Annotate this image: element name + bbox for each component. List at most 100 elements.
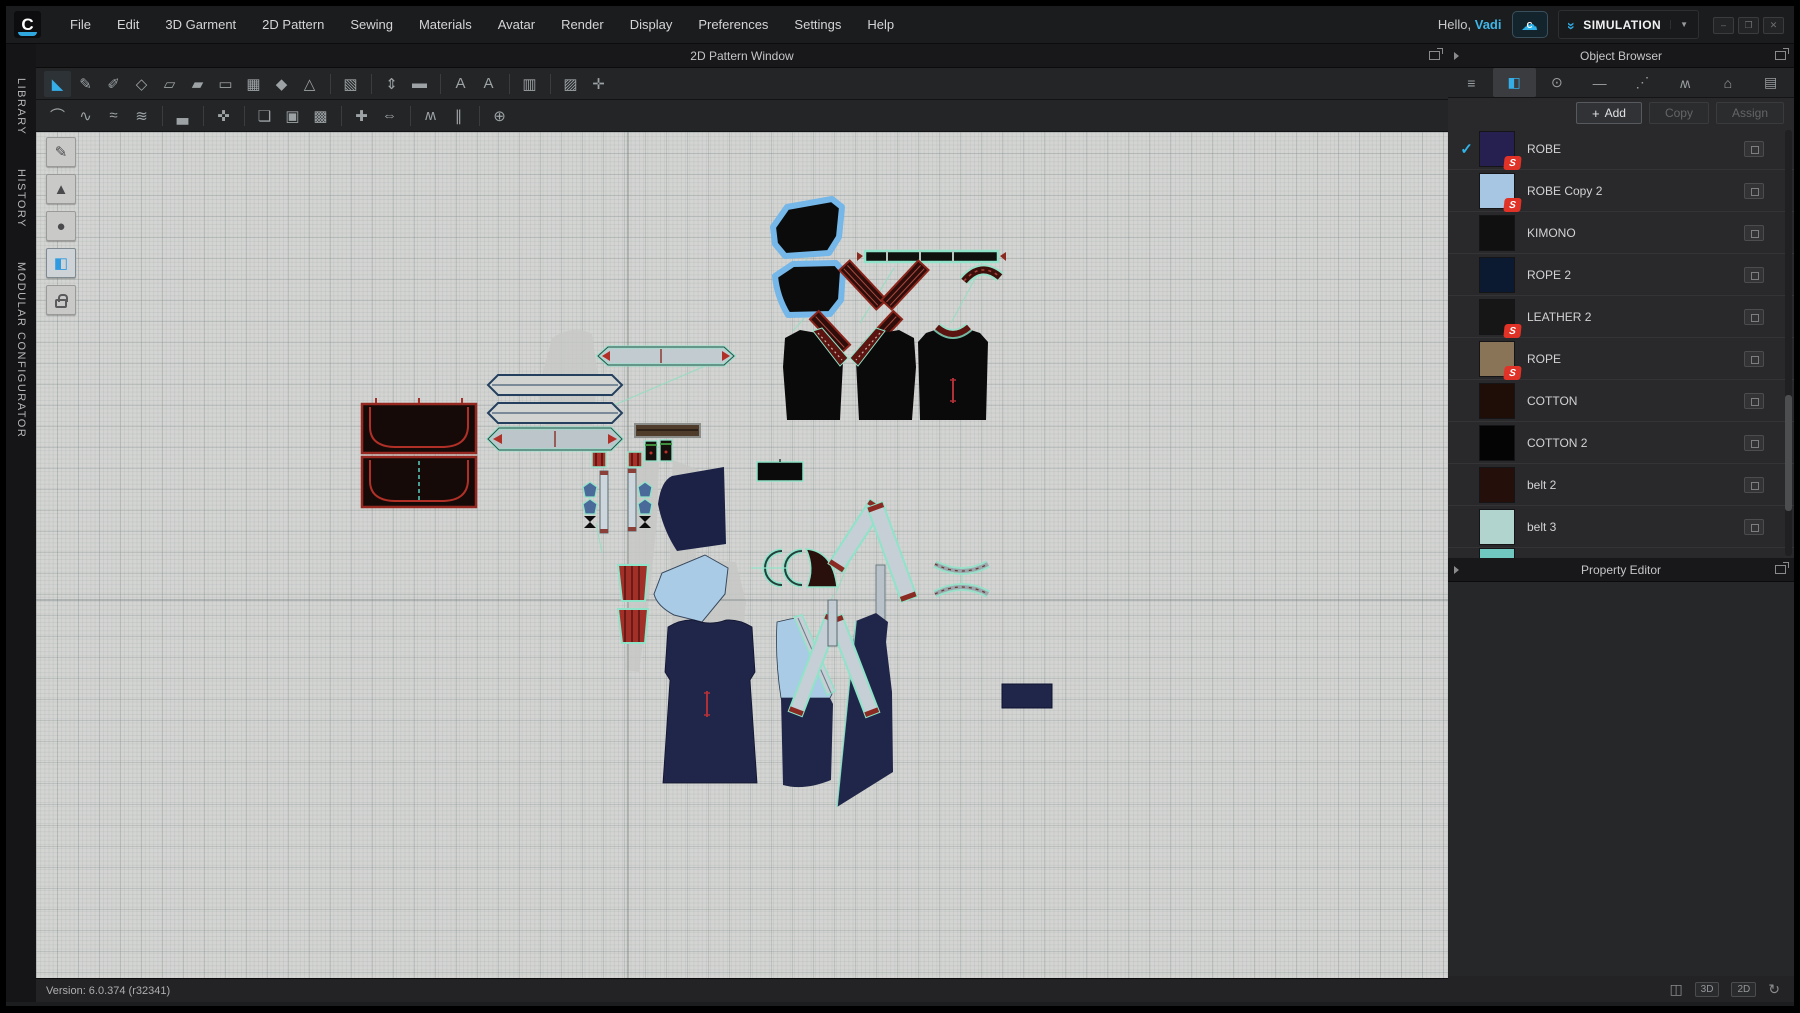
fabric-thumbnail[interactable]: S bbox=[1479, 131, 1515, 167]
scrollbar-thumb[interactable] bbox=[1785, 395, 1792, 511]
menu-render[interactable]: Render bbox=[548, 6, 617, 44]
tab-fabric-icon[interactable]: ◧ bbox=[1493, 68, 1536, 97]
pattern-piece-navy-flare[interactable] bbox=[658, 467, 726, 551]
trace-icon[interactable]: △ bbox=[296, 71, 323, 97]
object-row-cotton[interactable]: COTTON bbox=[1448, 380, 1794, 422]
close-button[interactable]: ✕ bbox=[1763, 17, 1784, 34]
add-button[interactable]: +Add bbox=[1576, 102, 1642, 124]
menu-settings[interactable]: Settings bbox=[781, 6, 854, 44]
pattern-piece-belt-strip[interactable] bbox=[857, 251, 1006, 262]
pattern-piece-ladder-tabs[interactable] bbox=[592, 452, 642, 467]
pattern-annotation-icon[interactable]: A bbox=[447, 71, 474, 97]
menu-file[interactable]: File bbox=[57, 6, 104, 44]
pattern-piece-dress-back[interactable] bbox=[663, 620, 757, 783]
pattern-piece-collar-strip-2[interactable] bbox=[488, 403, 622, 423]
tab-stitch-icon[interactable]: ⋰ bbox=[1621, 68, 1664, 97]
lock-pattern-icon[interactable] bbox=[46, 285, 76, 315]
camera-icon[interactable] bbox=[1744, 435, 1764, 451]
needle-tool-icon[interactable]: ✛ bbox=[585, 71, 612, 97]
camera-icon[interactable] bbox=[1744, 225, 1764, 241]
pattern-piece-red-cuff-2[interactable] bbox=[618, 609, 648, 643]
camera-icon[interactable] bbox=[1744, 141, 1764, 157]
flatten-pattern-icon[interactable]: ✚ bbox=[348, 103, 375, 129]
pattern-piece-waistband-strip[interactable] bbox=[598, 347, 734, 365]
fabric-thumbnail[interactable] bbox=[1479, 467, 1515, 503]
object-row-cotton-2[interactable]: COTTON 2 bbox=[1448, 422, 1794, 464]
fabric-thumbnail[interactable]: S bbox=[1479, 173, 1515, 209]
select-garment-icon[interactable]: ✜ bbox=[210, 103, 237, 129]
object-row-rope[interactable]: SROPE bbox=[1448, 338, 1794, 380]
fabric-thumbnail[interactable] bbox=[1479, 383, 1515, 419]
menu-avatar[interactable]: Avatar bbox=[485, 6, 548, 44]
transform-pattern-icon[interactable]: ◣ bbox=[44, 71, 71, 97]
refresh-icon[interactable]: ↻ bbox=[1768, 981, 1780, 998]
object-row-robe[interactable]: ✓SROBE bbox=[1448, 128, 1794, 170]
sidebar-tab-history[interactable]: HISTORY bbox=[15, 169, 27, 228]
clo-cloud-button[interactable]: ☁ C bbox=[1512, 11, 1548, 38]
fabric-thumbnail[interactable]: S bbox=[1479, 341, 1515, 377]
view-3d-button[interactable]: 3D bbox=[1695, 982, 1720, 997]
pattern-piece-button-squares[interactable] bbox=[645, 440, 672, 461]
minimize-button[interactable]: – bbox=[1713, 17, 1734, 34]
object-row-belt-2[interactable]: belt 2 bbox=[1448, 464, 1794, 506]
tab-scene-list-icon[interactable]: ≡ bbox=[1450, 68, 1493, 97]
grainline-icon[interactable]: ⇕ bbox=[378, 71, 405, 97]
show-stylus-icon[interactable]: ✎ bbox=[46, 137, 76, 167]
menu-materials[interactable]: Materials bbox=[406, 6, 485, 44]
pattern-piece-vertical-strips[interactable] bbox=[600, 469, 636, 533]
pattern-piece-red-cuff-1[interactable] bbox=[618, 565, 648, 601]
pattern-piece-black-belt[interactable] bbox=[757, 459, 803, 481]
pattern-piece-pocket-flap-1[interactable] bbox=[362, 398, 476, 453]
object-row-kimono[interactable]: KIMONO bbox=[1448, 212, 1794, 254]
simulation-button[interactable]: » SIMULATION ▼ bbox=[1558, 10, 1700, 39]
fabric-thumbnail[interactable] bbox=[1479, 425, 1515, 461]
camera-icon[interactable] bbox=[1744, 309, 1764, 325]
steam-iron-icon[interactable]: ▃ bbox=[169, 103, 196, 129]
pattern-piece-collar-strip-1[interactable] bbox=[488, 375, 622, 395]
segment-sewing-icon[interactable]: ⌒ bbox=[44, 103, 71, 129]
fold-arrangement-icon[interactable]: ▩ bbox=[307, 103, 334, 129]
create-rectangle-icon[interactable]: ▭ bbox=[212, 71, 239, 97]
menu-help[interactable]: Help bbox=[854, 6, 907, 44]
tab-zigzag-icon[interactable]: ʍ bbox=[1664, 68, 1707, 97]
camera-icon[interactable] bbox=[1744, 183, 1764, 199]
pin-garment-icon[interactable]: ❏ bbox=[251, 103, 278, 129]
fabric-thumbnail[interactable] bbox=[1479, 257, 1515, 293]
pattern-piece-loop-arcs[interactable] bbox=[751, 551, 802, 585]
tab-tape-measure-icon[interactable]: ▤ bbox=[1749, 68, 1792, 97]
seam-allowance-icon[interactable]: ∥ bbox=[445, 103, 472, 129]
pattern-piece-navy-rectangle[interactable] bbox=[1002, 684, 1052, 708]
fabric-thumbnail[interactable]: S bbox=[1479, 299, 1515, 335]
show-avatar-icon[interactable]: ● bbox=[46, 211, 76, 241]
menu-sewing[interactable]: Sewing bbox=[337, 6, 406, 44]
colorway-icon[interactable]: ⊕ bbox=[486, 103, 513, 129]
camera-icon[interactable] bbox=[1744, 519, 1764, 535]
assign-button[interactable]: Assign bbox=[1716, 102, 1784, 124]
menu-preferences[interactable]: Preferences bbox=[685, 6, 781, 44]
menu-edit[interactable]: Edit bbox=[104, 6, 152, 44]
add-text-icon[interactable]: A bbox=[475, 71, 502, 97]
object-row-partial[interactable] bbox=[1448, 548, 1794, 558]
sidebar-tab-library[interactable]: LIBRARY bbox=[15, 78, 27, 135]
pattern-canvas[interactable]: ✎▲●◧ bbox=[36, 132, 1448, 978]
pattern-piece-sleeve-bottom-selected[interactable] bbox=[775, 263, 843, 315]
pattern-piece-bodice-back[interactable] bbox=[918, 327, 988, 420]
pattern-piece-sleeve-top-selected[interactable] bbox=[773, 199, 842, 256]
menu-2d-pattern[interactable]: 2D Pattern bbox=[249, 6, 337, 44]
sidebar-tab-modular-configurator[interactable]: MODULAR CONFIGURATOR bbox=[15, 262, 27, 438]
show-garment-icon[interactable]: ▲ bbox=[46, 174, 76, 204]
create-polygon-icon[interactable]: ▰ bbox=[184, 71, 211, 97]
edit-point-icon[interactable]: ◇ bbox=[128, 71, 155, 97]
collapse-arrow-icon[interactable] bbox=[1454, 566, 1459, 574]
menu-3d-garment[interactable]: 3D Garment bbox=[152, 6, 249, 44]
measure-icon[interactable]: ▬ bbox=[406, 71, 433, 97]
edit-curvature-icon[interactable]: ✐ bbox=[100, 71, 127, 97]
restore-button[interactable]: ❐ bbox=[1738, 17, 1759, 34]
free-sewing-icon[interactable]: ∿ bbox=[72, 103, 99, 129]
menu-display[interactable]: Display bbox=[617, 6, 686, 44]
camera-icon[interactable] bbox=[1744, 267, 1764, 283]
pattern-piece-brown-fan[interactable] bbox=[806, 549, 837, 587]
tab-trim-icon[interactable]: ⌂ bbox=[1707, 68, 1750, 97]
tab-button-icon[interactable]: ⊙ bbox=[1536, 68, 1579, 97]
create-inner-polygon-icon[interactable]: ▦ bbox=[240, 71, 267, 97]
